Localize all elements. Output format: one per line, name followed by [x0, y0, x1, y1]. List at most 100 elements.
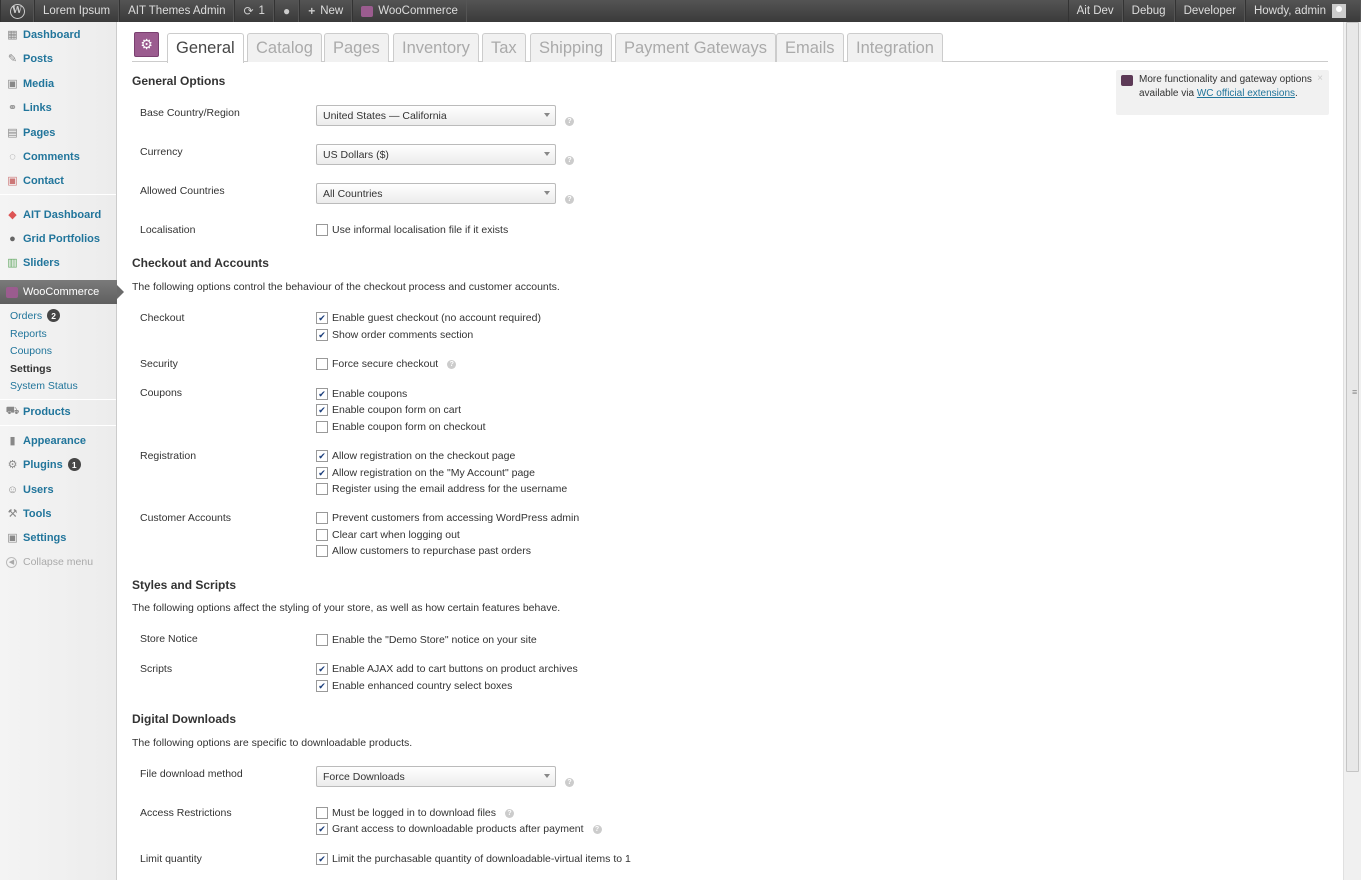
grant-access-checkbox[interactable]: ✔ [316, 823, 328, 835]
enhanced-select-checkbox[interactable]: ✔ [316, 680, 328, 692]
my-account-menu[interactable]: Howdy, admin [1244, 0, 1361, 22]
woocommerce-link[interactable]: WooCommerce [352, 0, 467, 22]
enable-coupons-option[interactable]: ✔ Enable coupons [316, 387, 407, 401]
prevent-admin-option[interactable]: Prevent customers from accessing WordPre… [316, 511, 579, 525]
download-method-select[interactable]: Force Downloads [316, 766, 556, 787]
wordpress-logo-menu[interactable]: W [0, 0, 34, 22]
menu-label: Media [23, 77, 55, 90]
tab-tax[interactable]: Tax [482, 33, 526, 62]
submenu-settings[interactable]: Settings [10, 361, 51, 376]
prevent-admin-checkbox[interactable] [316, 512, 328, 524]
menu-contact[interactable]: ▣ Contact [0, 169, 116, 192]
submenu-orders[interactable]: Orders 2 [10, 308, 61, 323]
help-icon[interactable]: ? [447, 359, 457, 369]
collapse-menu-button[interactable]: ◀ Collapse menu [6, 556, 93, 568]
limit-qty-option[interactable]: ✔ Limit the purchasable quantity of downl… [316, 852, 631, 866]
developer-link[interactable]: Developer [1174, 0, 1245, 22]
ait-themes-admin-link[interactable]: AIT Themes Admin [119, 0, 235, 22]
tab-shipping[interactable]: Shipping [530, 33, 613, 62]
ajax-cart-option[interactable]: ✔ Enable AJAX add to cart buttons on prod… [316, 662, 578, 676]
tab-emails[interactable]: Emails [776, 33, 844, 62]
order-comments-checkbox[interactable]: ✔ [316, 329, 328, 341]
allowed-countries-select[interactable]: All Countries [316, 183, 556, 204]
menu-users[interactable]: ☺ Users [0, 478, 116, 501]
checkbox-label: Enable the "Demo Store" notice on your s… [332, 634, 537, 646]
tab-integration[interactable]: Integration [847, 33, 943, 62]
menu-appearance[interactable]: ▮ Appearance [0, 429, 116, 452]
submenu-reports[interactable]: Reports [10, 326, 47, 341]
close-icon[interactable]: × [1317, 72, 1323, 86]
demo-store-checkbox[interactable] [316, 634, 328, 646]
menu-comments[interactable]: ◌ Comments [0, 145, 116, 168]
reg-checkout-checkbox[interactable]: ✔ [316, 450, 328, 462]
page-scrollbar[interactable]: ≡ [1343, 22, 1361, 880]
section-desc-checkout-accounts: The following options control the behavi… [132, 281, 560, 293]
guest-checkout-checkbox[interactable]: ✔ [316, 312, 328, 324]
localisation-option[interactable]: Use informal localisation file if it exi… [316, 223, 508, 237]
menu-plugins[interactable]: ⚙ Plugins 1 [0, 453, 116, 476]
menu-woocommerce[interactable]: WooCommerce [0, 280, 124, 304]
tab-inventory[interactable]: Inventory [393, 33, 479, 62]
must-login-checkbox[interactable] [316, 807, 328, 819]
comments-link[interactable]: ● [273, 0, 300, 22]
menu-posts[interactable]: ✎ Posts [0, 47, 116, 70]
ait-dev-link[interactable]: Ait Dev [1067, 0, 1123, 22]
menu-sliders[interactable]: ▥ Sliders [0, 251, 116, 274]
menu-media[interactable]: ▣ Media [0, 72, 116, 95]
scrollbar-thumb[interactable]: ≡ [1346, 22, 1359, 772]
new-content-link[interactable]: + New [299, 0, 353, 22]
help-icon[interactable]: ? [565, 117, 574, 126]
coupon-checkout-option[interactable]: Enable coupon form on checkout [316, 420, 486, 434]
updates-link[interactable]: ⟳ 1 [234, 0, 274, 22]
limit-qty-checkbox[interactable]: ✔ [316, 853, 328, 865]
help-icon[interactable]: ? [505, 808, 515, 818]
coupon-checkout-checkbox[interactable] [316, 421, 328, 433]
currency-select[interactable]: US Dollars ($) [316, 144, 556, 165]
tab-catalog[interactable]: Catalog [247, 33, 322, 62]
force-secure-checkbox[interactable] [316, 358, 328, 370]
base-country-select[interactable]: United States — California [316, 105, 556, 126]
enable-coupons-checkbox[interactable]: ✔ [316, 388, 328, 400]
reg-checkout-option[interactable]: ✔ Allow registration on the checkout page [316, 449, 515, 463]
help-icon[interactable]: ? [565, 156, 574, 165]
tab-payment-gateways[interactable]: Payment Gateways [615, 33, 777, 62]
must-login-option[interactable]: Must be logged in to download files? [316, 806, 515, 820]
reg-email-checkbox[interactable] [316, 483, 328, 495]
site-name-link[interactable]: Lorem Ipsum [34, 0, 120, 22]
localisation-checkbox[interactable] [316, 224, 328, 236]
order-comments-option[interactable]: ✔ Show order comments section [316, 328, 473, 342]
grant-access-option[interactable]: ✔ Grant access to downloadable products a… [316, 822, 602, 836]
menu-label: AIT Dashboard [23, 208, 102, 221]
demo-store-option[interactable]: Enable the "Demo Store" notice on your s… [316, 633, 537, 647]
coupon-cart-checkbox[interactable]: ✔ [316, 404, 328, 416]
force-secure-option[interactable]: Force secure checkout? [316, 357, 457, 371]
reg-email-option[interactable]: Register using the email address for the… [316, 482, 567, 496]
submenu-system-status[interactable]: System Status [10, 378, 78, 393]
enhanced-select-option[interactable]: ✔ Enable enhanced country select boxes [316, 679, 512, 693]
menu-pages[interactable]: ▤ Pages [0, 121, 116, 144]
help-icon[interactable]: ? [565, 778, 574, 787]
menu-links[interactable]: ⚭ Links [0, 96, 116, 119]
repurchase-option[interactable]: Allow customers to repurchase past order… [316, 544, 531, 558]
coupon-cart-option[interactable]: ✔ Enable coupon form on cart [316, 403, 461, 417]
menu-products[interactable]: ⛟ Products [0, 400, 116, 423]
guest-checkout-option[interactable]: ✔ Enable guest checkout (no account requi… [316, 311, 541, 325]
menu-tools[interactable]: ⚒ Tools [0, 502, 116, 525]
help-icon[interactable]: ? [565, 195, 574, 204]
debug-link[interactable]: Debug [1122, 0, 1175, 22]
menu-grid-portfolios[interactable]: ● Grid Portfolios [0, 227, 116, 250]
tab-general[interactable]: General [167, 33, 244, 63]
reg-myaccount-checkbox[interactable]: ✔ [316, 467, 328, 479]
clear-cart-checkbox[interactable] [316, 529, 328, 541]
clear-cart-option[interactable]: Clear cart when logging out [316, 528, 460, 542]
reg-myaccount-option[interactable]: ✔ Allow registration on the "My Account" … [316, 466, 535, 480]
repurchase-checkbox[interactable] [316, 545, 328, 557]
submenu-coupons[interactable]: Coupons [10, 343, 52, 358]
menu-ait-dashboard[interactable]: ◆ AIT Dashboard [0, 203, 116, 226]
menu-settings[interactable]: ▣ Settings [0, 526, 116, 549]
help-icon[interactable]: ? [592, 824, 602, 834]
menu-dashboard[interactable]: ▦ Dashboard [0, 23, 116, 46]
tab-pages[interactable]: Pages [324, 33, 389, 62]
wc-extensions-link[interactable]: WC official extensions [1197, 88, 1295, 99]
ajax-cart-checkbox[interactable]: ✔ [316, 663, 328, 675]
